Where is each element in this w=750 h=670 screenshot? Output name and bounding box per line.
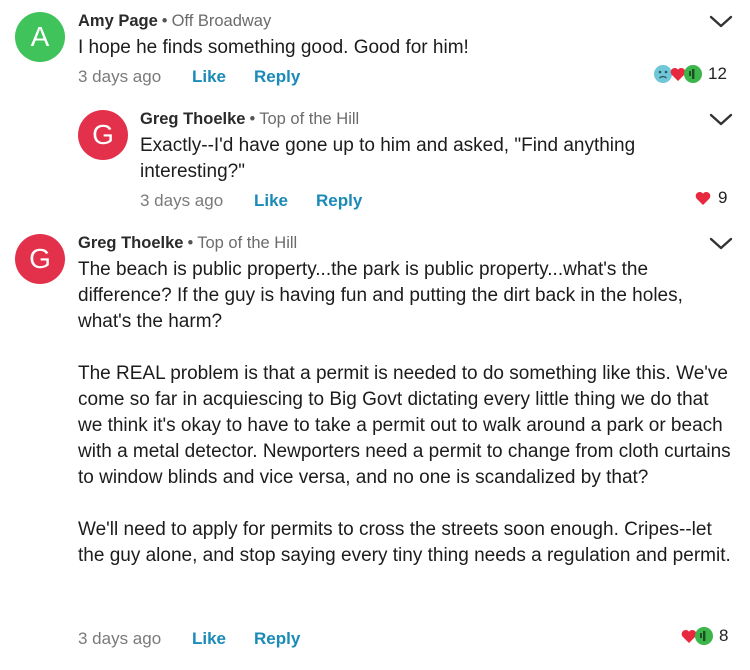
author-name[interactable]: Greg Thoelke <box>78 234 183 252</box>
comment-body: Exactly--I'd have gone up to him and ask… <box>140 133 680 185</box>
meta-separator: • <box>249 110 256 128</box>
comment-paragraph: We'll need to apply for permits to cross… <box>78 519 731 566</box>
comment-body: The beach is public property...the park … <box>78 257 733 569</box>
comment-paragraph: Exactly--I'd have gone up to him and ask… <box>140 135 636 182</box>
avatar-letter: G <box>92 119 114 150</box>
comment: G Greg Thoelke • Top of the Hill The beach… <box>0 222 750 670</box>
comment-actions: 3 days ago Like Reply <box>140 191 362 211</box>
comment-body: I hope he finds something good. Good for… <box>78 35 728 61</box>
chevron-down-icon[interactable] <box>708 14 734 30</box>
reply-button[interactable]: Reply <box>316 191 362 211</box>
reaction-count: 12 <box>708 64 727 83</box>
chevron-down-icon[interactable] <box>708 112 734 128</box>
avatar-letter: G <box>29 243 51 274</box>
comment-paragraph: I hope he finds something good. Good for… <box>78 37 469 58</box>
heart-reaction-icon <box>694 189 712 207</box>
reactions-summary[interactable]: 8 <box>680 625 728 647</box>
meta-separator: • <box>161 12 168 30</box>
comment: A Amy Page • Off Broadway I hope he finds … <box>0 0 750 100</box>
neighborhood[interactable]: Top of the Hill <box>259 110 359 128</box>
reactions-summary[interactable]: 12 <box>654 63 727 85</box>
like-button[interactable]: Like <box>192 629 254 649</box>
reply-button[interactable]: Reply <box>254 629 300 649</box>
agree-reaction-icon <box>695 627 713 645</box>
neighborhood[interactable]: Off Broadway <box>172 12 272 30</box>
avatar[interactable]: G <box>15 234 65 284</box>
neighborhood[interactable]: Top of the Hill <box>197 234 297 252</box>
comment-meta: Greg Thoelke • Top of the Hill <box>78 234 297 253</box>
timestamp: 3 days ago <box>78 67 162 86</box>
comment-meta: Amy Page • Off Broadway <box>78 12 271 31</box>
meta-separator: • <box>187 234 194 252</box>
reply-button[interactable]: Reply <box>254 67 300 87</box>
comment-paragraph: The REAL problem is that a permit is nee… <box>78 363 731 488</box>
reaction-count: 8 <box>719 626 729 645</box>
timestamp: 3 days ago <box>78 629 162 648</box>
author-name[interactable]: Greg Thoelke <box>140 110 245 128</box>
like-button[interactable]: Like <box>254 191 316 211</box>
avatar-letter: A <box>30 21 50 52</box>
chevron-down-icon[interactable] <box>708 236 734 252</box>
like-button[interactable]: Like <box>192 67 254 87</box>
reactions-summary[interactable]: 9 <box>694 187 727 209</box>
reaction-count: 9 <box>718 188 728 207</box>
comment-actions: 3 days ago Like Reply <box>78 67 300 87</box>
avatar[interactable]: A <box>15 12 65 62</box>
avatar[interactable]: G <box>78 110 128 160</box>
timestamp: 3 days ago <box>140 191 224 210</box>
comment-meta: Greg Thoelke • Top of the Hill <box>140 110 359 129</box>
reply-comment: G Greg Thoelke • Top of the Hill Exactly--… <box>0 100 750 220</box>
comment-actions: 3 days ago Like Reply <box>78 629 300 649</box>
comment-paragraph: The beach is public property...the park … <box>78 259 683 332</box>
author-name[interactable]: Amy Page <box>78 12 158 30</box>
agree-reaction-icon <box>684 65 702 83</box>
